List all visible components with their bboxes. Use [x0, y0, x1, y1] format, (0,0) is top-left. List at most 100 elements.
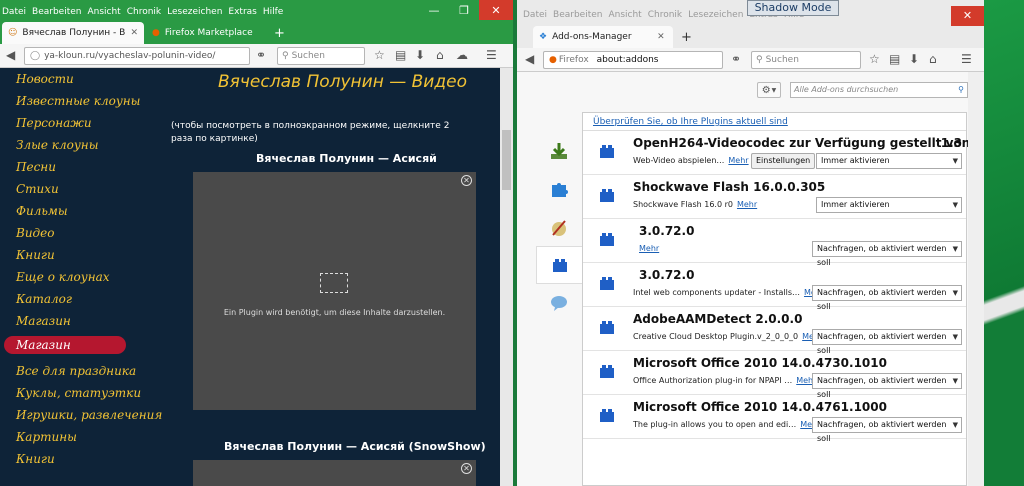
menu-extras[interactable]: Extras: [228, 7, 256, 17]
nav-item[interactable]: Видео: [16, 222, 186, 244]
shop-item[interactable]: Игрушки, развлечения: [16, 404, 186, 426]
mask-icon[interactable]: ⚭: [256, 48, 266, 62]
addon-search-input[interactable]: Alle Add-ons durchsuchen ⚲: [790, 82, 968, 98]
activation-select[interactable]: Nachfragen, ob aktiviert werden soll ▼: [812, 329, 962, 355]
search-input[interactable]: ⚲ Suchen: [277, 47, 365, 65]
shadow-mode-badge: Shadow Mode: [747, 0, 839, 16]
menu-datei[interactable]: Datei: [523, 10, 547, 20]
right-window-close-button[interactable]: ✕: [951, 6, 984, 26]
close-button[interactable]: ✕: [479, 0, 513, 20]
shop-item[interactable]: Книги: [16, 448, 186, 470]
menu-bearbeiten[interactable]: Bearbeiten: [32, 7, 81, 17]
menu-lesezeichen[interactable]: Lesezeichen: [167, 7, 222, 17]
nav-item[interactable]: Еще о клоунах: [16, 266, 186, 288]
search-icon: ⚲: [282, 51, 289, 61]
plugin-row[interactable]: Shockwave Flash 16.0.0.305 Shockwave Fla…: [583, 175, 966, 219]
menu-chronik[interactable]: Chronik: [648, 10, 682, 20]
back-icon[interactable]: ◀: [6, 48, 15, 62]
activation-select[interactable]: Nachfragen, ob aktiviert werden soll ▼: [812, 417, 962, 443]
maximize-button[interactable]: ❐: [449, 0, 479, 20]
menu-lesezeichen[interactable]: Lesezeichen: [688, 10, 743, 20]
category-services[interactable]: [536, 284, 582, 322]
addons-scrollbar[interactable]: [968, 72, 984, 486]
new-tab-button[interactable]: +: [675, 26, 695, 48]
close-icon[interactable]: ✕: [461, 175, 472, 186]
page-scrollbar[interactable]: [500, 68, 513, 486]
chat-icon[interactable]: ☁: [456, 48, 468, 62]
more-link[interactable]: Mehr: [728, 156, 748, 165]
scrollbar-thumb[interactable]: [502, 130, 511, 190]
nav-item[interactable]: Магазин: [16, 310, 186, 332]
hamburger-menu-icon[interactable]: ☰: [486, 48, 497, 62]
left-page-content: Новости Известные клоуны Персонажи Злые …: [0, 68, 500, 486]
category-appearance[interactable]: [536, 208, 582, 246]
activation-select[interactable]: Immer aktivieren ▼: [816, 153, 962, 169]
bookmark-star-icon[interactable]: ☆: [869, 52, 880, 66]
search-placeholder: Suchen: [291, 51, 325, 61]
shop-item[interactable]: Куклы, статуэтки: [16, 382, 186, 404]
plugin-placeholder[interactable]: ✕ Ein Plugin wird benötigt, um diese Inh…: [193, 172, 476, 410]
reading-list-icon[interactable]: ▤: [889, 52, 900, 66]
nav-item[interactable]: Песни: [16, 156, 186, 178]
more-link[interactable]: Mehr: [737, 200, 757, 209]
url-field[interactable]: ◯ ya-kloun.ru/vyacheslav-polunin-video/: [24, 47, 250, 65]
mask-icon[interactable]: ⚭: [731, 52, 741, 66]
plugin-row[interactable]: 3.0.72.0 Intel web components updater - …: [583, 263, 966, 311]
activation-select[interactable]: Immer aktivieren ▼: [816, 197, 962, 213]
download-icon[interactable]: ⬇: [909, 52, 919, 66]
more-link[interactable]: Mehr: [639, 244, 659, 253]
reading-list-icon[interactable]: ▤: [395, 48, 406, 62]
nav-item[interactable]: Каталог: [16, 288, 186, 310]
nav-item[interactable]: Персонажи: [16, 112, 186, 134]
menu-ansicht[interactable]: Ansicht: [608, 10, 641, 20]
menu-hilfe[interactable]: Hilfe: [263, 7, 283, 17]
lego-brick-icon: [600, 189, 614, 202]
nav-item[interactable]: Известные клоуны: [16, 90, 186, 112]
plugin-row[interactable]: AdobeAAMDetect 2.0.0.0 Creative Cloud De…: [583, 307, 966, 355]
nav-item[interactable]: Новости: [16, 68, 186, 90]
preferences-button[interactable]: Einstellungen: [751, 153, 816, 169]
menu-ansicht[interactable]: Ansicht: [87, 7, 120, 17]
home-icon[interactable]: ⌂: [929, 52, 937, 66]
close-icon[interactable]: ✕: [461, 463, 472, 474]
tab-addons-manager[interactable]: ❖ Add-ons-Manager ✕: [533, 26, 673, 48]
tools-gear-button[interactable]: ⚙ ▼: [757, 82, 781, 98]
plugin-row[interactable]: Microsoft Office 2010 14.0.4730.1010 Off…: [583, 351, 966, 399]
tab-firefox-marketplace[interactable]: ● Firefox Marketplace: [146, 22, 266, 44]
close-tab-icon[interactable]: ✕: [130, 28, 138, 38]
menu-bearbeiten[interactable]: Bearbeiten: [553, 10, 602, 20]
plugin-row[interactable]: 3.0.72.0 Mehr Nachfragen, ob aktiviert w…: [583, 219, 966, 267]
back-icon[interactable]: ◀: [525, 52, 534, 66]
shop-item[interactable]: Картины: [16, 426, 186, 448]
category-plugins[interactable]: [536, 246, 582, 284]
hamburger-menu-icon[interactable]: ☰: [961, 52, 972, 66]
shop-item[interactable]: Все для праздника: [16, 360, 186, 382]
category-extensions[interactable]: [536, 170, 582, 208]
menu-chronik[interactable]: Chronik: [127, 7, 161, 17]
url-field[interactable]: ● Firefox about:addons: [543, 51, 723, 69]
download-icon[interactable]: ⬇: [415, 48, 425, 62]
plugin-row[interactable]: Microsoft Office 2010 14.0.4761.1000 The…: [583, 395, 966, 443]
activation-select[interactable]: Nachfragen, ob aktiviert werden soll ▼: [812, 285, 962, 311]
minimize-button[interactable]: —: [419, 0, 449, 20]
tab-polunin-video[interactable]: ☺ Вячеслав Полунин - Виде… ✕: [2, 22, 144, 44]
home-icon[interactable]: ⌂: [436, 48, 444, 62]
shop-section-header[interactable]: Магазин: [4, 336, 126, 354]
nav-item[interactable]: Фильмы: [16, 200, 186, 222]
nav-item[interactable]: Книги: [16, 244, 186, 266]
chevron-down-icon: ▼: [952, 201, 958, 209]
puzzle-favicon-icon: ❖: [539, 32, 548, 42]
menu-datei[interactable]: Datei: [2, 7, 26, 17]
activation-select[interactable]: Nachfragen, ob aktiviert werden soll ▼: [812, 373, 962, 399]
category-get-addons[interactable]: [536, 132, 582, 170]
check-plugins-link[interactable]: Überprüfen Sie, ob Ihre Plugins aktuell …: [583, 113, 966, 131]
nav-item[interactable]: Злые клоуны: [16, 134, 186, 156]
nav-item[interactable]: Стихи: [16, 178, 186, 200]
close-tab-icon[interactable]: ✕: [657, 32, 665, 42]
search-input[interactable]: ⚲ Suchen: [751, 51, 861, 69]
plugin-row[interactable]: OpenH264-Videocodec zur Verfügung gestel…: [583, 131, 986, 175]
plugin-placeholder[interactable]: ✕: [193, 460, 476, 486]
new-tab-button[interactable]: +: [268, 22, 288, 44]
activation-select[interactable]: Nachfragen, ob aktiviert werden soll ▼: [812, 241, 962, 267]
bookmark-star-icon[interactable]: ☆: [374, 48, 385, 62]
